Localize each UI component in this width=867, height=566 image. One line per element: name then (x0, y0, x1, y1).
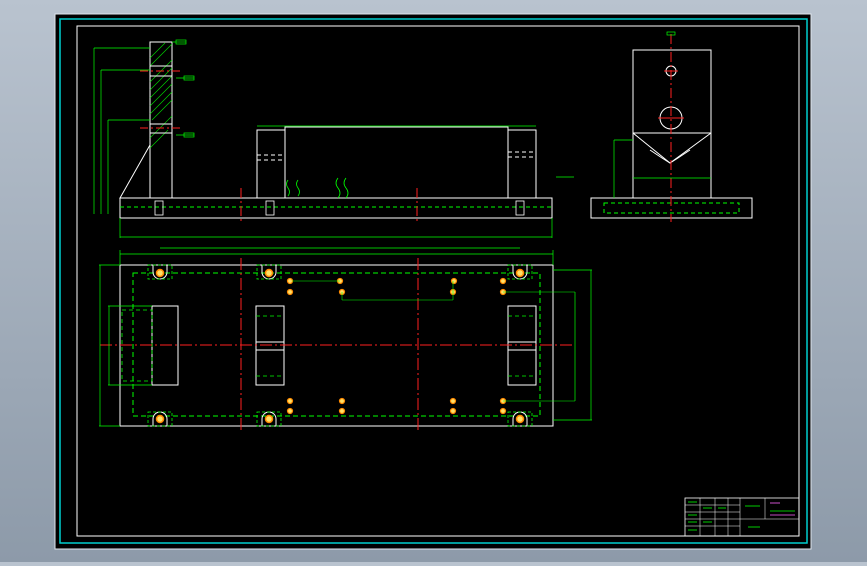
drawing-canvas (54, 13, 812, 550)
model-space (54, 13, 812, 550)
cad-viewport[interactable] (0, 0, 867, 562)
